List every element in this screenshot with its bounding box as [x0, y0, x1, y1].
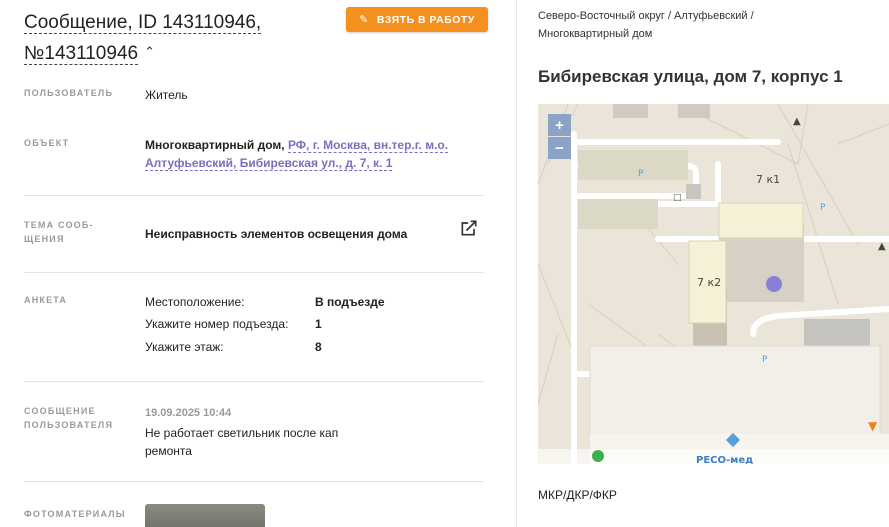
page-title[interactable]: Сообщение, ID 143110946, №143110946 ⌃ — [24, 8, 324, 68]
map-view[interactable]: P P P ▲ ▲ □ ▼ 7 к1 7 к2 РЕСО-мед + − — [538, 104, 889, 464]
survey-key: Укажите номер подъезда: — [145, 317, 289, 331]
parking-icon: P — [820, 203, 826, 213]
map-building — [686, 184, 701, 199]
map-park — [578, 199, 658, 229]
breadcrumb: Северо-Восточный округ / Алтуфьевский / … — [538, 10, 754, 40]
chevron-up-icon[interactable]: ⌃ — [144, 37, 155, 66]
user-label: ПОЛЬЗОВАТЕЛЬ — [24, 88, 114, 98]
survey-list: Местоположение: В подъезде Укажите номер… — [145, 293, 465, 363]
topic-value: Неисправность элементов освещения дома — [145, 227, 408, 241]
parking-icon: P — [638, 169, 644, 179]
survey-key: Местоположение: — [145, 295, 245, 309]
survey-label: АНКЕТА — [24, 295, 68, 305]
landmark-icon: ▲ — [793, 116, 801, 127]
zoom-control: + − — [548, 114, 571, 159]
take-to-work-button[interactable]: ✎ ВЗЯТЬ В РАБОТУ — [346, 7, 488, 32]
zoom-in-button[interactable]: + — [548, 114, 571, 136]
building-7k1-label: 7 к1 — [756, 173, 780, 186]
divider — [24, 272, 484, 273]
photo-thumbnail[interactable] — [145, 504, 265, 527]
message-text: Не работает светильник после кап ремонта — [145, 426, 339, 458]
location-marker[interactable] — [766, 276, 782, 292]
survey-key: Укажите этаж: — [145, 340, 224, 354]
title-line-1: Сообщение, ID 143110946, — [24, 12, 262, 34]
message-panel: Сообщение, ID 143110946, №143110946 ⌃ ✎ В… — [0, 0, 508, 527]
message-date: 19.09.2025 10:44 — [145, 407, 232, 419]
landmark-icon: ▲ — [878, 241, 886, 252]
category-label: МКР/ДКР/ФКР — [538, 488, 617, 502]
divider — [24, 481, 484, 482]
object-type: Многоквартирный дом, — [145, 138, 285, 152]
survey-value: 1 — [315, 317, 322, 331]
divider — [24, 381, 484, 382]
shop-icon — [592, 450, 604, 462]
object-value: Многоквартирный дом, РФ, г. Москва, вн.т… — [145, 136, 455, 172]
take-to-work-label: ВЗЯТЬ В РАБОТУ — [376, 13, 475, 26]
user-message-label: СООБЩЕНИЕ ПОЛЬЗОВАТЕЛЯ — [24, 406, 114, 430]
parking-icon: P — [762, 355, 768, 365]
title-line-2: №143110946 — [24, 43, 139, 65]
building-7k2-label: 7 к2 — [697, 276, 721, 289]
open-external-icon[interactable] — [459, 218, 479, 238]
topic-label: ТЕМА СООБ-ЩЕНИЯ — [24, 220, 94, 244]
user-value: Житель — [145, 88, 188, 102]
address-title: Бибиревская улица, дом 7, корпус 1 — [538, 67, 843, 86]
photos-label: ФОТОМАТЕРИАЛЫ — [24, 509, 126, 519]
location-panel: Северо-Восточный округ / Алтуфьевский / … — [517, 0, 889, 527]
poi-label: РЕСО-мед — [696, 455, 753, 464]
zoom-out-button[interactable]: − — [548, 137, 571, 159]
map-building — [613, 104, 648, 118]
map-canvas[interactable]: P P P ▲ ▲ □ ▼ 7 к1 7 к2 РЕСО-мед — [538, 104, 889, 464]
trash-icon: □ — [673, 193, 682, 203]
building-7k1 — [718, 202, 804, 239]
pencil-icon: ✎ — [359, 14, 369, 26]
survey-value: 8 — [315, 340, 322, 354]
map-building-large — [589, 345, 881, 443]
map-building — [804, 319, 870, 349]
divider — [24, 195, 484, 196]
map-park — [578, 150, 688, 180]
survey-value: В подъезде — [315, 295, 385, 309]
bar-icon: ▼ — [868, 419, 878, 433]
object-label: ОБЪЕКТ — [24, 138, 70, 148]
map-building — [678, 104, 710, 118]
